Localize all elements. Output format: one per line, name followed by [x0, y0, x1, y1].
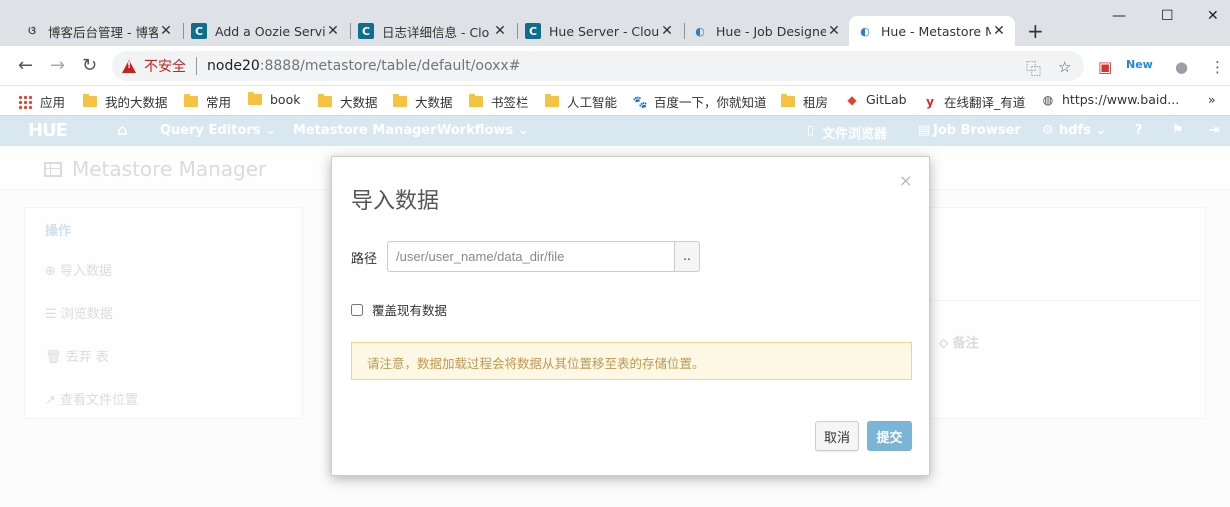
divider — [196, 57, 197, 75]
cancel-button[interactable]: 取消 — [815, 421, 859, 451]
bookmark-folder[interactable]: 大数据 — [318, 92, 378, 111]
folder-icon — [184, 94, 198, 107]
browser-toolbar: ← → ↻ 不安全 node20:8888/metastore/table/de… — [0, 46, 1230, 86]
browse-button[interactable]: .. — [674, 241, 700, 272]
close-icon[interactable]: ✕ — [659, 23, 675, 39]
folder-icon — [393, 94, 407, 107]
url-host: node20 — [207, 58, 260, 74]
tab-hue-metastore[interactable]: ◐ Hue - Metastore M ✕ — [849, 16, 1015, 46]
bookmark-apps[interactable]: 应用 — [18, 92, 65, 111]
tab-title: Add a Oozie Servic — [215, 23, 325, 39]
translate-icon[interactable]: ⿻ — [1026, 58, 1041, 79]
bookmark-label: 大数据 — [415, 95, 453, 110]
folder-icon — [318, 94, 332, 107]
folder-icon — [781, 94, 795, 107]
bookmarks-more[interactable]: » — [1208, 92, 1216, 107]
tab-title: Hue Server - Clou — [549, 23, 659, 39]
bookmark-baidu-url[interactable]: ◍ https://www.baid... — [1040, 92, 1179, 107]
tab-title: Hue - Metastore M — [881, 23, 991, 39]
tab-add-oozie[interactable]: C Add a Oozie Servic ✕ — [183, 16, 349, 46]
bookmark-label: 书签栏 — [491, 95, 529, 110]
bookmark-label: 我的大数据 — [105, 95, 168, 110]
bookmark-label: 应用 — [40, 95, 66, 110]
bookmark-label: https://www.baid... — [1062, 92, 1180, 107]
warning-notice: 请注意，数据加载过程会将数据从其位置移至表的存储位置。 — [351, 342, 912, 380]
bookmark-label: 人工智能 — [567, 95, 618, 110]
tab-title: 日志详细信息 - Clo — [382, 24, 490, 40]
browser-tab-strip: ଓ 博客后台管理 - 博客 ✕ C Add a Oozie Servic ✕ C… — [0, 0, 1230, 46]
address-bar[interactable]: 不安全 node20:8888/metastore/table/default/… — [112, 51, 1084, 81]
import-data-dialog: 导入数据 × 路径 .. 覆盖现有数据 请注意，数据加载过程会将数据从其位置移至… — [331, 156, 930, 476]
overwrite-checkbox[interactable] — [351, 303, 363, 316]
extension-icon[interactable]: ▣ — [1098, 58, 1112, 76]
new-tab-button[interactable]: + — [1027, 19, 1044, 43]
star-icon[interactable]: ☆ — [1058, 58, 1071, 76]
back-arrow-icon[interactable]: ← — [18, 55, 33, 76]
bookmark-folder[interactable]: 大数据 — [393, 92, 453, 111]
submit-button[interactable]: 提交 — [867, 421, 912, 451]
bookmark-folder[interactable]: 常用 — [184, 92, 231, 111]
path-label: 路径 — [351, 252, 378, 267]
folder-icon — [469, 94, 483, 107]
overwrite-option[interactable]: 覆盖现有数据 — [351, 300, 447, 319]
minimize-button[interactable]: — — [1112, 8, 1126, 24]
close-icon[interactable]: ✕ — [325, 23, 341, 39]
bookmark-folder[interactable]: 我的大数据 — [83, 92, 168, 111]
bookmark-label: 租房 — [803, 95, 829, 110]
profile-icon[interactable]: ● — [1175, 58, 1188, 76]
cloudera-icon: C — [191, 23, 207, 39]
folder-icon — [248, 92, 262, 105]
cloudera-icon: C — [525, 23, 541, 39]
menu-icon[interactable]: ⋮ — [1210, 58, 1225, 76]
maximize-button[interactable]: ☐ — [1161, 8, 1174, 24]
close-icon[interactable]: ✕ — [991, 23, 1007, 39]
cloudera-icon: C — [358, 23, 374, 39]
bookmark-label: 常用 — [206, 95, 232, 110]
tab-hue-job-designer[interactable]: ◐ Hue - Job Designe ✕ — [684, 16, 850, 46]
bookmark-label: GitLab — [866, 92, 907, 107]
bookmark-label: 大数据 — [340, 95, 378, 110]
new-extension-icon[interactable]: New — [1126, 58, 1153, 71]
hue-icon: ◐ — [695, 24, 705, 38]
apps-icon — [18, 94, 32, 109]
close-icon[interactable]: × — [899, 171, 912, 190]
bookmark-label: 百度一下，你就知道 — [654, 95, 767, 110]
close-icon[interactable]: ✕ — [826, 23, 842, 39]
globe-icon: ◍ — [1042, 92, 1054, 107]
bookmark-baidu[interactable]: 🐾 百度一下，你就知道 — [632, 92, 767, 111]
baidu-icon: 🐾 — [632, 94, 648, 109]
bookmark-label: 在线翻译_有道 — [944, 95, 1026, 110]
gitlab-icon: ◆ — [847, 92, 857, 107]
bookmark-youdao[interactable]: y 在线翻译_有道 — [922, 92, 1025, 111]
youdao-icon: y — [926, 94, 934, 109]
reload-icon[interactable]: ↻ — [82, 55, 97, 76]
bookmarks-bar: 应用 我的大数据 常用 book 大数据 大数据 书签栏 人工智能 🐾 百度一下，… — [0, 86, 1230, 116]
bookmark-folder[interactable]: 租房 — [781, 92, 828, 111]
bookmark-folder[interactable]: 书签栏 — [469, 92, 529, 111]
tab-hue-server[interactable]: C Hue Server - Clou ✕ — [517, 16, 683, 46]
overwrite-label: 覆盖现有数据 — [372, 303, 448, 318]
path-input[interactable] — [387, 241, 675, 272]
close-icon[interactable]: ✕ — [158, 23, 174, 39]
bookmark-label: book — [270, 92, 301, 107]
window-close-button[interactable]: ✕ — [1207, 8, 1219, 24]
security-label[interactable]: 不安全 — [144, 56, 186, 76]
bookmark-folder[interactable]: book — [248, 92, 300, 107]
folder-icon — [83, 94, 97, 107]
tab-log-details[interactable]: C 日志详细信息 - Clo ✕ — [350, 16, 516, 46]
folder-icon — [545, 94, 559, 107]
blog-icon: ଓ — [28, 24, 36, 37]
bookmark-folder[interactable]: 人工智能 — [545, 92, 617, 111]
tab-title: 博客后台管理 - 博客 — [48, 24, 158, 40]
forward-arrow-icon[interactable]: → — [50, 55, 65, 76]
warning-icon — [122, 59, 136, 73]
dialog-title: 导入数据 — [351, 189, 440, 214]
hue-icon: ◐ — [860, 24, 870, 38]
tab-blog-admin[interactable]: ଓ 博客后台管理 - 博客 ✕ — [16, 16, 182, 46]
close-icon[interactable]: ✕ — [492, 23, 508, 39]
bookmark-gitlab[interactable]: ◆ GitLab — [844, 92, 907, 107]
tab-title: Hue - Job Designe — [716, 23, 826, 39]
url-path: :8888/metastore/table/default/ooxx# — [259, 58, 521, 74]
